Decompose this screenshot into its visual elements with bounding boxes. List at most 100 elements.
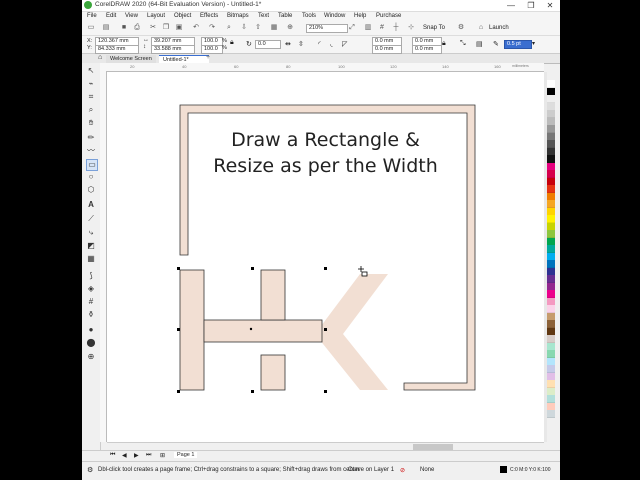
minimize-button[interactable]: — xyxy=(502,0,520,11)
paste-icon[interactable]: ▣ xyxy=(175,24,183,32)
drop-shadow-icon[interactable]: ◩ xyxy=(86,241,96,251)
close-button[interactable]: ✕ xyxy=(541,0,559,11)
y-position-field[interactable]: 84.333 mm xyxy=(95,45,139,54)
page-1-tab[interactable]: Page 1 xyxy=(174,452,198,458)
parallel-dimension-icon[interactable]: ⟋ xyxy=(86,214,96,224)
handle-top-left xyxy=(177,267,180,270)
add-page-icon[interactable]: ⊞ xyxy=(160,452,165,459)
dynamic-guides-icon[interactable]: ⊹ xyxy=(407,24,415,32)
cut-icon[interactable]: ✂ xyxy=(149,24,157,32)
search-content-icon[interactable]: ⌕ xyxy=(225,24,233,32)
snap-to-dropdown[interactable]: Snap To xyxy=(423,25,445,31)
scale-y-field[interactable]: 100.0 xyxy=(201,45,223,54)
text-tool-icon[interactable]: A xyxy=(86,200,96,210)
export-pdf-icon[interactable]: ▦ xyxy=(270,24,278,32)
artistic-media-icon[interactable]: 〰 xyxy=(86,146,96,156)
new-document-icon[interactable]: ▭ xyxy=(87,24,95,32)
prev-page-icon[interactable]: ◀ xyxy=(122,452,127,459)
redo-icon[interactable]: ↷ xyxy=(208,24,216,32)
save-icon[interactable]: ■ xyxy=(120,24,128,32)
menu-bitmaps[interactable]: Bitmaps xyxy=(227,13,249,19)
x-label: X: xyxy=(87,38,93,44)
grid-icon[interactable]: # xyxy=(378,24,386,32)
rotation-field[interactable]: 0.0 xyxy=(255,40,281,49)
rectangle-tool-icon[interactable]: ▭ xyxy=(86,159,98,171)
chamfer-corner-icon[interactable]: ◸ xyxy=(342,40,347,48)
home-icon[interactable]: ⌂ xyxy=(98,54,102,61)
lock-ratio-icon[interactable]: 🔒︎ xyxy=(230,39,234,47)
quick-customize-icon[interactable]: ⊕ xyxy=(86,352,96,362)
pan-tool-icon[interactable]: ✋︎ xyxy=(86,118,96,128)
chevron-shape[interactable] xyxy=(315,274,388,390)
mesh-fill-icon[interactable]: # xyxy=(86,297,96,307)
mirror-vertical-icon[interactable]: ⇳ xyxy=(298,40,304,48)
tab-welcome-screen[interactable]: Welcome Screen xyxy=(106,55,156,63)
import-icon[interactable]: ⇩ xyxy=(240,24,248,32)
color-tool-icon[interactable]: ⬤ xyxy=(86,338,96,348)
add-tab-button[interactable]: + xyxy=(206,54,210,61)
ruler-tick: 140 xyxy=(442,64,449,69)
menu-layout[interactable]: Layout xyxy=(147,13,165,19)
pick-tool-icon[interactable]: ↖ xyxy=(86,66,96,76)
menu-effects[interactable]: Effects xyxy=(200,13,218,19)
drawing-canvas[interactable]: Draw a Rectangle & Resize as per the Wid… xyxy=(107,72,544,442)
menu-text[interactable]: Text xyxy=(258,13,269,19)
zoom-tool-icon[interactable]: ⌕ xyxy=(86,105,96,115)
shape-tool-icon[interactable]: ⌁ xyxy=(86,79,96,89)
corner-bottom-right-field[interactable]: 0.0 mm xyxy=(412,45,442,54)
scallop-corner-icon[interactable]: ◟ xyxy=(330,40,333,48)
h-bottom-right-block[interactable] xyxy=(260,354,286,391)
last-page-icon[interactable]: ⏭ xyxy=(146,452,151,459)
mirror-horizontal-icon[interactable]: ⇹ xyxy=(285,40,291,48)
export-icon[interactable]: ⇧ xyxy=(254,24,262,32)
eyedropper-icon[interactable]: ⟆ xyxy=(86,271,96,281)
crop-tool-icon[interactable]: ⌗ xyxy=(86,92,96,102)
menu-help[interactable]: Help xyxy=(354,13,366,19)
polygon-tool-icon[interactable]: ⬡ xyxy=(86,185,96,195)
transparency-icon[interactable]: ▦ xyxy=(86,254,96,264)
menu-window[interactable]: Window xyxy=(324,13,345,19)
outline-dropdown-icon[interactable]: ▾ xyxy=(532,40,535,47)
full-screen-icon[interactable]: ⤢ xyxy=(348,24,356,32)
menu-view[interactable]: View xyxy=(125,13,138,19)
menu-edit[interactable]: Edit xyxy=(106,13,116,19)
round-corner-icon[interactable]: ◜ xyxy=(318,40,321,48)
outline-pen-icon[interactable]: ✎ xyxy=(493,40,499,48)
handle-bottom-right xyxy=(324,390,327,393)
connector-tool-icon[interactable]: ⤷ xyxy=(86,228,96,238)
menu-tools[interactable]: Tools xyxy=(302,13,316,19)
lock-corners-icon[interactable]: 🔒︎ xyxy=(442,40,446,48)
launch-dropdown[interactable]: Launch xyxy=(489,25,509,31)
next-page-icon[interactable]: ▶ xyxy=(134,452,139,459)
outline-tool-icon[interactable]: ● xyxy=(86,325,96,335)
outline-width-field[interactable]: 0.5 pt xyxy=(504,40,532,49)
copy-icon[interactable]: ❐ xyxy=(162,24,170,32)
height-field[interactable]: 33.588 mm xyxy=(151,45,195,54)
menu-purchase[interactable]: Purchase xyxy=(376,13,401,19)
zoom-level-field[interactable]: 210% xyxy=(306,24,348,33)
rulers-icon[interactable]: ▥ xyxy=(364,24,372,32)
palette-swatch[interactable] xyxy=(547,410,555,418)
open-icon[interactable]: ▤ xyxy=(102,24,110,32)
h-top-right-block[interactable] xyxy=(260,269,286,321)
restore-button[interactable]: ❐ xyxy=(522,0,540,11)
zoom-icon[interactable]: ⊕ xyxy=(286,24,294,32)
corner-bottom-left-field[interactable]: 0.0 mm xyxy=(372,45,402,54)
first-page-icon[interactable]: ⏮ xyxy=(110,452,115,459)
options-gear-icon[interactable]: ⚙ xyxy=(457,24,465,32)
h-left-bar[interactable] xyxy=(179,269,205,391)
smart-fill-icon[interactable]: ⚱ xyxy=(86,310,96,320)
ellipse-tool-icon[interactable]: ○ xyxy=(86,172,96,182)
launch-icon[interactable]: ⌂ xyxy=(477,24,485,32)
menu-file[interactable]: File xyxy=(87,13,97,19)
text-wrap-icon[interactable]: ▤ xyxy=(476,40,483,48)
guidelines-icon[interactable]: ┼ xyxy=(392,24,400,32)
relative-scaling-icon[interactable]: ⤡ xyxy=(460,40,466,48)
menu-object[interactable]: Object xyxy=(174,13,191,19)
interactive-fill-icon[interactable]: ◈ xyxy=(86,284,96,294)
print-icon[interactable]: ⎙ xyxy=(133,24,141,32)
undo-icon[interactable]: ↶ xyxy=(192,24,200,32)
freehand-tool-icon[interactable]: ✏︎ xyxy=(86,133,96,143)
h-crossbar[interactable] xyxy=(203,319,323,343)
menu-table[interactable]: Table xyxy=(278,13,292,19)
